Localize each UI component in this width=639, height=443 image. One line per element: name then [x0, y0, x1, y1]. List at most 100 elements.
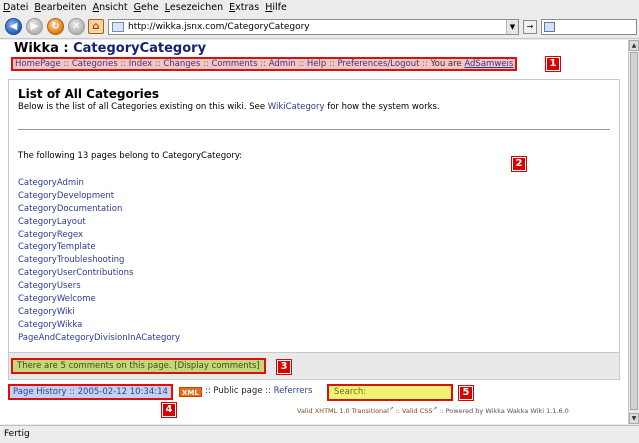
- search-label: Search:: [334, 387, 367, 397]
- list-item: CategoryWikka: [18, 319, 180, 332]
- menu-extras[interactable]: Extras: [229, 2, 259, 13]
- xml-feed-badge[interactable]: XML: [179, 387, 202, 397]
- category-link[interactable]: CategoryLayout: [18, 217, 86, 227]
- address-bar[interactable]: http://wikka.jsnx.com/CategoryCategory ▼: [108, 19, 519, 35]
- list-item: CategoryDevelopment: [18, 190, 180, 203]
- wikicategory-link[interactable]: WikiCategory: [268, 102, 325, 112]
- page-title: Wikka : CategoryCategory: [14, 41, 206, 56]
- category-link[interactable]: CategoryRegex: [18, 230, 83, 240]
- stop-icon: ✕: [72, 21, 81, 32]
- nav-help[interactable]: Help: [307, 59, 326, 69]
- nav-index[interactable]: Index: [129, 59, 152, 69]
- powered-by-text: Powered by Wikka Wakka Wiki 1.1.6.0: [445, 407, 569, 416]
- intro-text: Below is the list of all Categories exis…: [18, 102, 440, 112]
- category-link[interactable]: PageAndCategoryDivisionInACategory: [18, 333, 180, 343]
- list-item: CategoryTroubleshooting: [18, 254, 180, 267]
- you-are-label: You are: [430, 59, 462, 69]
- page-icon: [112, 22, 124, 32]
- menu-ansicht[interactable]: Ansicht: [93, 2, 128, 13]
- list-item: CategoryWelcome: [18, 293, 180, 306]
- marker-2: 2: [511, 156, 527, 172]
- scrollbar-thumb[interactable]: [630, 52, 638, 410]
- nav-comments[interactable]: Comments: [211, 59, 257, 69]
- nav-separator: ::: [152, 59, 164, 69]
- home-icon: ⌂: [92, 21, 100, 32]
- menu-bearbeiten[interactable]: Bearbeiten: [34, 2, 86, 13]
- nav-separator: ::: [117, 59, 129, 69]
- external-link-icon: ↗: [432, 406, 438, 412]
- back-arrow-icon: ◀: [9, 21, 18, 32]
- nav-categories[interactable]: Categories: [72, 59, 118, 69]
- list-item: CategoryUsers: [18, 280, 180, 293]
- nav-separator: ::: [60, 59, 72, 69]
- list-item: CategoryWiki: [18, 306, 180, 319]
- reload-button[interactable]: ↻: [47, 18, 64, 35]
- site-name: Wikka :: [14, 41, 74, 56]
- category-link[interactable]: CategoryTemplate: [18, 242, 96, 252]
- valid-xhtml-link[interactable]: Valid XHTML 1.0 Transitional: [297, 407, 389, 415]
- category-link[interactable]: CategoryDocumentation: [18, 204, 122, 214]
- wiki-search-field[interactable]: Search:: [327, 384, 453, 401]
- home-button[interactable]: ⌂: [88, 19, 104, 34]
- search-engine-icon[interactable]: [544, 22, 555, 32]
- list-item: PageAndCategoryDivisionInACategory: [18, 332, 180, 345]
- nav-separator: ::: [295, 59, 307, 69]
- marker-3: 3: [276, 359, 292, 375]
- comments-summary: There are 5 comments on this page. [Disp…: [11, 358, 266, 374]
- address-dropdown-icon[interactable]: ▼: [506, 20, 518, 34]
- menu-datei[interactable]: Datei: [3, 2, 28, 13]
- category-link[interactable]: CategoryWelcome: [18, 294, 96, 304]
- content-heading: List of All Categories: [18, 87, 160, 101]
- page-title-link[interactable]: CategoryCategory: [73, 41, 206, 56]
- nav-changes[interactable]: Changes: [163, 59, 200, 69]
- category-link[interactable]: CategoryUsers: [18, 281, 81, 291]
- page-viewport: Wikka : CategoryCategory HomePage :: Cat…: [0, 40, 628, 424]
- list-item: CategoryDocumentation: [18, 203, 180, 216]
- list-item: CategoryRegex: [18, 229, 180, 242]
- category-link[interactable]: CategoryWiki: [18, 307, 75, 317]
- reload-icon: ↻: [51, 21, 60, 32]
- page-history-link[interactable]: Page History :: 2005-02-12 10:34:14: [8, 384, 173, 400]
- go-button[interactable]: →: [523, 20, 537, 34]
- comments-bar: There are 5 comments on this page. [Disp…: [8, 353, 620, 380]
- nav-separator: ::: [326, 59, 338, 69]
- browser-search-input[interactable]: [541, 19, 637, 35]
- menu-lesezeichen[interactable]: Lesezeichen: [165, 2, 223, 13]
- list-item: CategoryTemplate: [18, 241, 180, 254]
- marker-4: 4: [161, 402, 177, 418]
- referrers-link[interactable]: Referrers: [274, 386, 313, 396]
- page-content: List of All Categories Below is the list…: [8, 79, 620, 353]
- category-link[interactable]: CategoryUserContributions: [18, 268, 133, 278]
- public-page-label: :: Public page ::: [205, 386, 274, 396]
- valid-css-link[interactable]: Valid CSS: [402, 407, 433, 415]
- footer-meta: :: Public page :: Referrers: [205, 386, 312, 396]
- nav-homepage[interactable]: HomePage: [15, 59, 61, 69]
- address-url[interactable]: http://wikka.jsnx.com/CategoryCategory: [128, 22, 310, 32]
- intro-before: Below is the list of all Categories exis…: [18, 102, 268, 112]
- marker-1: 1: [545, 56, 561, 72]
- forward-button[interactable]: ▶: [26, 18, 43, 35]
- vertical-scrollbar[interactable]: ▲ ▼: [628, 40, 639, 424]
- category-count: The following 13 pages belong to Categor…: [18, 151, 243, 161]
- category-link[interactable]: CategoryTroubleshooting: [18, 255, 124, 265]
- scroll-down-icon[interactable]: ▼: [629, 413, 639, 424]
- header-nav: HomePage :: Categories :: Index :: Chang…: [11, 57, 518, 71]
- menu-gehe[interactable]: Gehe: [134, 2, 159, 13]
- menu-hilfe[interactable]: Hilfe: [265, 2, 287, 13]
- nav-separator: ::: [200, 59, 212, 69]
- user-link[interactable]: AdSamweis: [464, 59, 513, 69]
- category-link[interactable]: CategoryWikka: [18, 320, 82, 330]
- nav-separator: ::: [257, 59, 269, 69]
- nav-admin[interactable]: Admin: [269, 59, 296, 69]
- category-link[interactable]: CategoryAdmin: [18, 178, 84, 188]
- nav-separator: ::: [419, 59, 431, 69]
- scroll-up-icon[interactable]: ▲: [629, 40, 639, 51]
- divider: [18, 129, 610, 130]
- status-bar: Fertig: [0, 425, 639, 443]
- category-link[interactable]: CategoryDevelopment: [18, 191, 114, 201]
- list-item: CategoryUserContributions: [18, 267, 180, 280]
- nav-preferences-logout[interactable]: Preferences/Logout: [337, 59, 419, 69]
- back-button[interactable]: ◀: [5, 18, 22, 35]
- stop-button[interactable]: ✕: [68, 18, 85, 35]
- display-comments-link[interactable]: [Display comments]: [174, 361, 259, 371]
